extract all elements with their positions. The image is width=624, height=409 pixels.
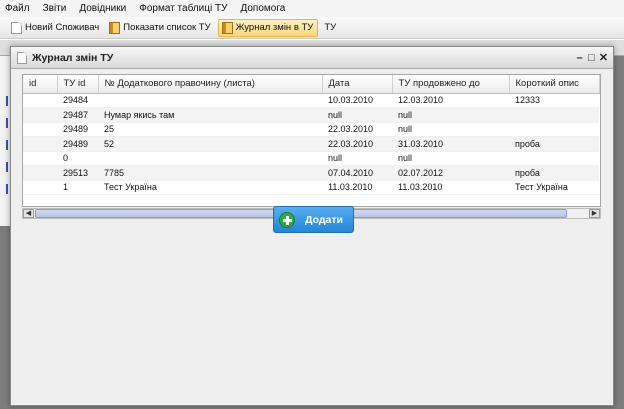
cell-tu-id: 1	[57, 180, 98, 195]
change-log-dialog: Журнал змін ТУ – □ ✕ id ТУ id № Додатков…	[10, 46, 614, 406]
column-header-date[interactable]: Дата	[322, 75, 393, 94]
table-row[interactable]: 29489 52 22.03.2010 31.03.2010 проба	[23, 136, 599, 152]
book-icon	[221, 21, 233, 34]
document-icon	[17, 51, 27, 64]
maximize-icon[interactable]: □	[586, 52, 597, 64]
tab-new-consumer-label: Новий Споживач	[25, 22, 100, 33]
cell-id	[23, 165, 57, 181]
cell-extended-until: 11.03.2010	[392, 180, 509, 195]
tab-tu-change-log-label: Журнал змін в ТУ	[235, 22, 314, 33]
cell-short-description	[509, 122, 599, 137]
menu-reports[interactable]: Звіти	[43, 3, 67, 14]
cell-date: 10.03.2010	[322, 93, 392, 108]
menu-help[interactable]: Допомога	[240, 3, 285, 14]
cell-short-description	[509, 107, 599, 123]
cell-date: 07.04.2010	[322, 165, 392, 181]
cell-date: 22.03.2010	[322, 122, 392, 137]
cell-short-description: проба	[509, 165, 599, 181]
cell-agreement-number	[98, 93, 322, 108]
cell-id	[23, 136, 57, 152]
table-row[interactable]: 29484 10.03.2010 12.03.2010 12333	[23, 93, 599, 108]
table-row[interactable]: 1 Тест Україна 11.03.2010 11.03.2010 Тес…	[23, 180, 599, 195]
cell-agreement-number: 52	[98, 136, 322, 152]
column-header-tu-id[interactable]: ТУ id	[57, 75, 99, 94]
cell-date: null	[322, 151, 392, 166]
menu-file[interactable]: Файл	[5, 3, 30, 14]
tab-tu[interactable]: ТУ	[321, 19, 340, 37]
menu-bar: Файл Звіти Довідники Формат таблиці ТУ Д…	[0, 0, 624, 17]
column-header-agreement-number[interactable]: № Додаткового правочину (листа)	[98, 75, 323, 94]
tab-show-tu-list-label: Показати список ТУ	[123, 22, 211, 33]
column-header-short-description[interactable]: Короткий опис	[509, 75, 600, 94]
dialog-title: Журнал змін ТУ	[32, 51, 114, 64]
menu-table-format[interactable]: Формат таблиці ТУ	[139, 3, 227, 14]
cell-tu-id: 29487	[57, 107, 98, 123]
cell-tu-id: 29513	[57, 165, 98, 181]
cell-short-description: проба	[509, 136, 599, 152]
add-button-label: Додати	[305, 213, 343, 226]
column-header-id[interactable]: id	[23, 75, 58, 94]
minimize-icon[interactable]: –	[574, 52, 585, 64]
cell-date: 11.03.2010	[322, 180, 392, 195]
cell-extended-until: 31.03.2010	[392, 136, 509, 152]
cell-short-description: Тест Україна	[509, 180, 599, 195]
cell-id	[23, 122, 57, 137]
menu-directories[interactable]: Довідники	[79, 3, 126, 14]
toolbar: Новий Споживач Показати список ТУ Журнал…	[0, 17, 624, 39]
dialog-titlebar[interactable]: Журнал змін ТУ – □ ✕	[11, 47, 613, 69]
cell-tu-id: 29484	[57, 93, 98, 108]
cell-short-description	[509, 151, 599, 166]
table-row[interactable]: 29487 Нумар якись там null null	[23, 107, 599, 123]
cell-id	[23, 180, 57, 195]
scroll-right-icon[interactable]: ▶	[589, 209, 600, 218]
close-icon[interactable]: ✕	[598, 52, 609, 64]
cell-extended-until: 02.07.2012	[392, 165, 509, 181]
cell-id	[23, 151, 57, 166]
tab-new-consumer[interactable]: Новий Споживач	[8, 19, 103, 37]
table-row[interactable]: 0 null null	[23, 151, 599, 166]
add-button[interactable]: Додати	[273, 206, 354, 233]
table-header-row: id ТУ id № Додаткового правочину (листа)…	[23, 75, 600, 94]
window-controls: – □ ✕	[573, 52, 613, 65]
cell-id	[23, 107, 57, 123]
document-icon	[11, 21, 22, 34]
cell-tu-id: 29489	[57, 136, 98, 152]
cell-agreement-number	[98, 151, 322, 166]
table-row[interactable]: 29489 25 22.03.2010 null	[23, 122, 599, 137]
cell-short-description: 12333	[509, 93, 599, 108]
cell-extended-until: null	[392, 107, 509, 123]
tab-show-tu-list[interactable]: Показати список ТУ	[106, 19, 214, 37]
book-icon	[109, 21, 121, 34]
tab-tu-label: ТУ	[324, 22, 337, 33]
cell-tu-id: 0	[57, 151, 98, 166]
plus-circle-icon	[279, 211, 295, 228]
cell-id	[23, 93, 57, 108]
change-log-table: id ТУ id № Додаткового правочину (листа)…	[22, 74, 601, 207]
cell-agreement-number: 25	[98, 122, 322, 137]
cell-extended-until: null	[392, 151, 509, 166]
cell-extended-until: null	[392, 122, 509, 137]
cell-extended-until: 12.03.2010	[392, 93, 509, 108]
cell-agreement-number: 7785	[98, 165, 322, 181]
cell-agreement-number: Тест Україна	[98, 180, 322, 195]
tab-tu-change-log[interactable]: Журнал змін в ТУ	[217, 18, 319, 37]
scroll-left-icon[interactable]: ◀	[23, 209, 34, 218]
cell-agreement-number: Нумар якись там	[98, 107, 322, 123]
cell-tu-id: 29489	[57, 122, 98, 137]
cell-date: null	[322, 107, 392, 123]
cell-date: 22.03.2010	[322, 136, 392, 152]
table-row[interactable]: 29513 7785 07.04.2010 02.07.2012 проба	[23, 165, 599, 181]
column-header-extended-until[interactable]: ТУ продовжено до	[392, 75, 510, 94]
